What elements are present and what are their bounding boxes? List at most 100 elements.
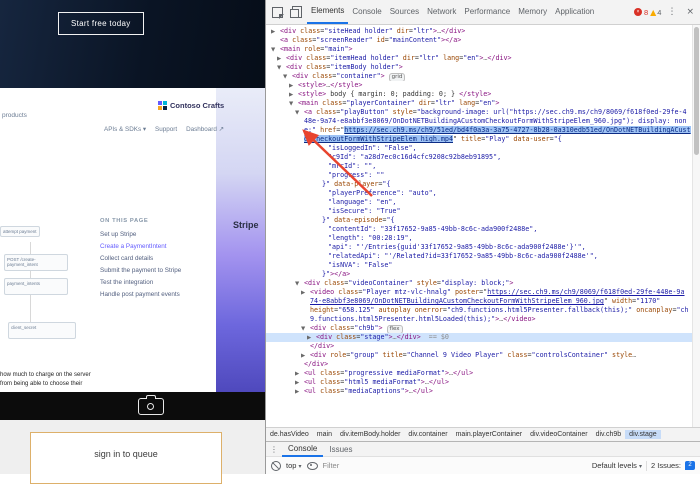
toc-link[interactable]: Test the integration [100,277,210,289]
dom-tree-line[interactable]: }"></a> [266,270,700,279]
video-frame[interactable]: Contoso Crafts APIs & SDKs ▾SupportDashb… [0,88,265,392]
drawer-tab-console[interactable]: Console [282,442,323,457]
dom-tree-line[interactable]: ▼<main role="main"> [266,45,700,54]
dom-tree-line[interactable]: "mrcId": "", [266,162,700,171]
dom-tree-line[interactable]: ▶<div class="itemHead holder" dir="ltr" … [266,54,700,63]
dom-tree-line[interactable]: 48e-9a74-e8abbf3e8069/OnDotNETBuildingAC… [266,117,700,126]
dom-tree-line[interactable]: 9.functions.html5Presenter.html5Loaded(t… [266,315,700,324]
toc-link[interactable]: Handle post payment events [100,289,210,301]
nav-item-2[interactable]: Dashboard ↗ [186,126,224,133]
dom-tree-line[interactable]: </div> [266,360,700,369]
dom-tree-line[interactable]: ▼<div class="itemBody holder"> [266,63,700,72]
dom-tree-line[interactable]: ▶<style>…</style> [266,81,700,90]
dom-tree-line[interactable]: ▼<div class="videoContainer" style="disp… [266,279,700,288]
dom-tree-line[interactable]: }" data-episode="{ [266,216,700,225]
dom-tree-line[interactable]: ▶<div role="group" title="Channel 9 Vide… [266,351,700,360]
dom-tree-line[interactable]: "playerPreference": "auto", [266,189,700,198]
breadcrumb-item[interactable]: div.ch9b [592,430,626,439]
expand-arrow-icon[interactable]: ▶ [289,91,298,99]
dom-tree-line[interactable]: "language": "en", [266,198,700,207]
expand-arrow-icon[interactable]: ▼ [301,325,310,333]
expand-arrow-icon[interactable]: ▼ [277,64,286,72]
dom-tree-line[interactable]: </div> [266,342,700,351]
devtools-tab-application[interactable]: Application [551,1,598,23]
devtools-tab-performance[interactable]: Performance [460,1,514,23]
console-filter-input[interactable]: Filter [323,461,340,470]
breadcrumb-item[interactable]: de.hasVideo [266,430,313,439]
layout-badge[interactable]: grid [389,73,406,82]
toc-link[interactable]: Create a PaymentIntent [100,241,210,253]
expand-arrow-icon[interactable]: ▼ [295,280,304,288]
expand-arrow-icon[interactable]: ▶ [301,352,310,360]
dom-tree-line[interactable]: ▼<div class="container">grid [266,72,700,81]
devtools-tab-sources[interactable]: Sources [386,1,423,23]
signin-card[interactable]: sign in to queue [30,432,222,484]
warning-count-badge[interactable]: ▲ 4 [650,8,661,17]
dom-tree-line[interactable]: 74-e8abbf3e8069/OnDotNETBuildingACustomC… [266,297,700,306]
clear-console-icon[interactable] [271,461,281,471]
dom-tree-line[interactable]: ▼<div class="ch9b">flex [266,324,700,333]
dom-tree-line[interactable]: "contentId": "33f17652-9a85-49bb-8c6c-ad… [266,225,700,234]
dom-tree-line-selected[interactable]: ▶<div class="stage">…</div> == $0 [266,333,700,342]
expand-arrow-icon[interactable]: ▼ [295,109,304,117]
expand-arrow-icon[interactable]: ▶ [301,289,310,297]
close-devtools-icon[interactable]: × [682,7,698,17]
devtools-tab-console[interactable]: Console [348,1,385,23]
dom-tree-line[interactable]: e;" href="https://sec.ch9.ms/ch9/51ed/bd… [266,126,700,135]
log-levels-select[interactable]: Default levels ▾ [592,461,642,470]
kebab-menu-icon[interactable]: ⋮ [663,7,680,17]
drawer-menu-icon[interactable]: ⋮ [266,445,282,454]
dom-tree-line[interactable]: }" data-player="{ [266,180,700,189]
expand-arrow-icon[interactable]: ▶ [277,55,286,63]
device-toolbar-icon[interactable] [292,6,302,18]
dom-tree-line[interactable]: ▶<video class="Player mtz-vlc-hnalg" pos… [266,288,700,297]
breadcrumb-item[interactable]: div.container [404,430,451,439]
dom-tree-line[interactable]: ▼<main class="playerContainer" dir="ltr"… [266,99,700,108]
dom-tree-line[interactable]: "isSecure": "True" [266,207,700,216]
devtools-tab-network[interactable]: Network [423,1,460,23]
dom-tree-line[interactable]: "length": "00:28:19", [266,234,700,243]
camera-icon[interactable] [138,398,164,415]
dom-tree-line[interactable]: "isLoggedIn": "False", [266,144,700,153]
expand-arrow-icon[interactable]: ▶ [295,388,304,396]
expand-arrow-icon[interactable]: ▼ [271,46,280,54]
expand-arrow-icon[interactable]: ▼ [283,73,292,81]
toc-link[interactable]: Submit the payment to Stripe [100,265,210,277]
breadcrumb-item[interactable]: div.stage [625,430,661,439]
nav-item-1[interactable]: Support [155,126,177,133]
tree-scrollbar[interactable] [692,25,700,427]
context-selector[interactable]: top ▾ [286,461,302,470]
dom-tree-line[interactable]: ▼<a class="playButton" style="background… [266,108,700,117]
breadcrumb-item[interactable]: main.playerContainer [452,430,527,439]
dom-tree-line[interactable]: "relatedApi": "'/Related?id=33f17652-9a8… [266,252,700,261]
dom-tree-line[interactable]: "api": "'/Entries{guid'33f17652-9a85-49b… [266,243,700,252]
issues-count-badge[interactable]: 2 [685,461,695,470]
live-expression-eye-icon[interactable] [307,462,318,470]
expand-arrow-icon[interactable]: ▶ [271,28,280,36]
breadcrumb-item[interactable]: main [313,430,336,439]
expand-arrow-icon[interactable]: ▶ [289,82,298,90]
dom-tree-line[interactable]: "isNVA": "False" [266,261,700,270]
dom-tree-line[interactable]: ▶<ul class="html5 mediaFormat">…</ul> [266,378,700,387]
layout-badge[interactable]: flex [387,325,403,334]
dom-tree-line[interactable]: ▶<div class="siteHead holder" dir="ltr">… [266,27,700,36]
breadcrumb-item[interactable]: div.itemBody.holder [336,430,404,439]
toc-link[interactable]: Collect card details [100,253,210,265]
dom-tree-line[interactable]: <a class="screenReader" id="mainContent"… [266,36,700,45]
breadcrumb-item[interactable]: div.videoContainer [526,430,591,439]
dom-tree-line[interactable]: "c9Id": "a28d7ec0c16d4cfc9208c92b8eb9189… [266,153,700,162]
scrollbar-thumb[interactable] [694,27,699,155]
dom-tree-line[interactable]: height="658.125" autoplay onerror="ch9.f… [266,306,700,315]
error-count-badge[interactable]: × 8 [634,8,648,17]
drawer-tab-issues[interactable]: Issues [323,443,358,456]
inspect-element-icon[interactable] [272,7,283,18]
expand-arrow-icon[interactable]: ▶ [295,379,304,387]
expand-arrow-icon[interactable]: ▼ [289,100,298,108]
nav-item-0[interactable]: APIs & SDKs ▾ [104,126,146,133]
start-free-today-button[interactable]: Start free today [58,12,144,35]
dom-tree-line[interactable]: ▶<ul class="mediaCaptions">…</ul> [266,387,700,396]
devtools-tab-memory[interactable]: Memory [514,1,551,23]
expand-arrow-icon[interactable]: ▶ [295,370,304,378]
dom-tree-line[interactable]: ▶<ul class="progressive mediaFormat">…</… [266,369,700,378]
dom-tree-line[interactable]: ▶<style> body { margin: 0; padding: 0; }… [266,90,700,99]
